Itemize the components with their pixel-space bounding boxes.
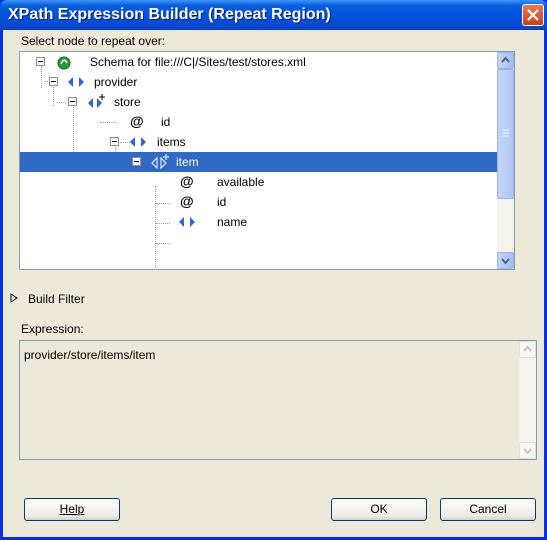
tree-label: store [114, 95, 141, 109]
close-button[interactable] [522, 4, 544, 26]
chevron-up-icon [523, 345, 532, 352]
tree-label: available [217, 175, 265, 189]
triangle-right-icon [10, 293, 18, 303]
build-filter-label: Build Filter [28, 292, 85, 306]
collapse-toggle[interactable] [68, 97, 77, 106]
scroll-thumb[interactable] [497, 69, 514, 199]
help-button[interactable]: Help [24, 498, 120, 521]
collapse-toggle[interactable] [49, 77, 58, 86]
expression-value: provider/store/items/item [24, 348, 156, 362]
tree-label: provider [94, 75, 138, 89]
tree-row-provider[interactable]: provider [20, 72, 514, 92]
attribute-icon: @ [180, 173, 194, 189]
tree-label: items [157, 135, 186, 149]
tree-row-store[interactable]: store [20, 92, 514, 112]
expression-label: Expression: [21, 322, 84, 336]
window-title: XPath Expression Builder (Repeat Region) [8, 6, 331, 23]
tree-row-item-id[interactable]: @ id [20, 192, 514, 212]
collapse-toggle[interactable] [36, 57, 45, 66]
tree-line [156, 243, 170, 244]
tree-label: Schema for file:///C|/Sites/test/stores.… [90, 55, 306, 69]
select-node-label: Select node to repeat over: [21, 34, 166, 48]
tree-row-items[interactable]: items [20, 132, 514, 152]
tree-row-schema[interactable]: Schema for file:///C|/Sites/test/stores.… [20, 52, 514, 72]
tree-scrollbar[interactable] [497, 52, 514, 269]
scroll-down-button[interactable] [519, 442, 536, 459]
schema-tree[interactable]: Schema for file:///C|/Sites/test/stores.… [19, 51, 515, 270]
tree-label: id [217, 195, 227, 209]
expression-field[interactable]: provider/store/items/item [19, 340, 537, 460]
chevron-up-icon [501, 56, 510, 63]
tree-row-available[interactable]: @ available [20, 172, 514, 192]
scroll-down-button[interactable] [497, 252, 514, 269]
cancel-label: Cancel [469, 502, 507, 516]
scroll-up-button[interactable] [519, 341, 536, 358]
tree-label: name [217, 215, 248, 229]
cancel-button[interactable]: Cancel [440, 498, 536, 521]
scroll-up-button[interactable] [497, 52, 514, 69]
collapse-toggle[interactable] [132, 157, 141, 166]
ok-label: OK [370, 502, 388, 516]
help-label: Help [59, 502, 85, 516]
chevron-down-icon [523, 448, 532, 455]
repeating-element-icon [88, 94, 105, 108]
build-filter-toggle[interactable]: Build Filter [10, 292, 85, 306]
tree-row-name[interactable]: name [20, 212, 514, 232]
ok-button[interactable]: OK [331, 498, 427, 521]
repeating-element-icon [151, 154, 169, 170]
attribute-icon: @ [180, 193, 194, 209]
element-icon [179, 217, 195, 227]
schema-file-icon [57, 56, 71, 70]
element-icon [130, 137, 146, 147]
grip-icon [502, 129, 509, 137]
tree-row-id[interactable]: @ id [20, 112, 514, 132]
tree-row-item[interactable]: item [20, 152, 514, 172]
close-icon [527, 9, 539, 21]
tree-label: item [176, 155, 199, 169]
tree-label: id [161, 115, 171, 129]
expression-scrollbar[interactable] [519, 341, 536, 459]
chevron-down-icon [501, 258, 510, 265]
element-icon [68, 77, 84, 87]
attribute-icon: @ [130, 113, 144, 129]
collapse-toggle[interactable] [110, 137, 119, 146]
title-bar[interactable]: XPath Expression Builder (Repeat Region) [0, 0, 547, 30]
